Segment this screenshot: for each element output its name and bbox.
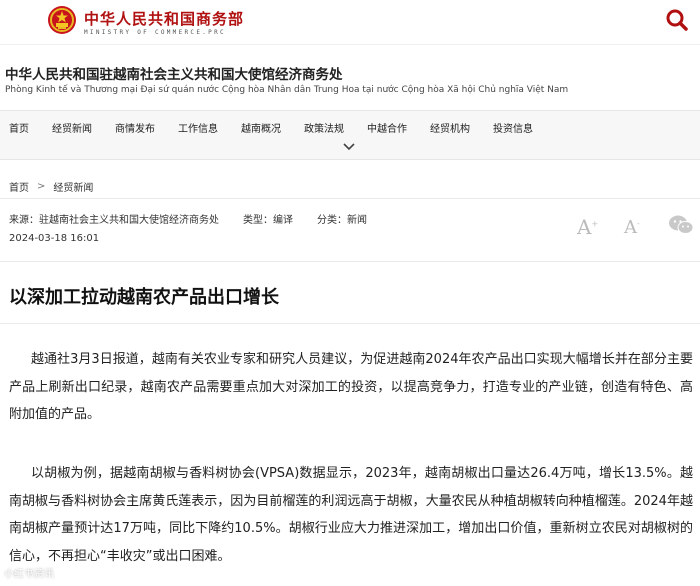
article-paragraph: 越通社3月3日报道，越南有关农业专家和研究人员建议，为促进越南2024年农产品出… xyxy=(9,352,693,422)
font-increase-button[interactable]: A+ xyxy=(577,215,598,239)
nav-item-business-info[interactable]: 商情发布 xyxy=(115,120,155,135)
office-banner: 中华人民共和国驻越南社会主义共和国大使馆经济商务处 Phòng Kinh tế … xyxy=(0,44,700,110)
nav-items: 首页 经贸新闻 商情发布 工作信息 越南概况 政策法规 中越合作 经贸机构 投资… xyxy=(9,120,556,135)
breadcrumb-home[interactable]: 首页 xyxy=(9,179,29,194)
nav-item-home[interactable]: 首页 xyxy=(9,120,29,135)
divider xyxy=(0,323,700,324)
nav-item-institutions[interactable]: 经贸机构 xyxy=(430,120,470,135)
nav-item-investment[interactable]: 投资信息 xyxy=(493,120,533,135)
watermark: 小红书资讯 xyxy=(4,569,54,580)
article-date: 2024-03-18 16:01 xyxy=(9,233,100,244)
divider xyxy=(0,261,700,262)
national-emblem-icon[interactable] xyxy=(47,5,77,35)
article-title: 以深加工拉动越南农产品出口增长 xyxy=(9,287,279,308)
article-type: 类型：编译 xyxy=(243,215,293,226)
chevron-down-icon[interactable] xyxy=(343,142,355,152)
nav-item-vietnam-overview[interactable]: 越南概况 xyxy=(241,120,281,135)
breadcrumb: 首页 > 经贸新闻 xyxy=(9,179,93,194)
wechat-icon[interactable] xyxy=(668,214,694,236)
article-meta: 来源：驻越南社会主义共和国大使馆经济商务处 类型：编译 分类：新闻 xyxy=(9,211,367,226)
article-source: 来源：驻越南社会主义共和国大使馆经济商务处 xyxy=(9,215,219,226)
brand-name-cn[interactable]: 中华人民共和国商务部 xyxy=(84,8,244,29)
nav-item-work-info[interactable]: 工作信息 xyxy=(178,120,218,135)
divider xyxy=(0,198,700,199)
main-nav: 首页 经贸新闻 商情发布 工作信息 越南概况 政策法规 中越合作 经贸机构 投资… xyxy=(0,110,700,160)
nav-item-cooperation[interactable]: 中越合作 xyxy=(367,120,407,135)
font-increase-label: A xyxy=(577,215,592,239)
article-paragraph: 以胡椒为例，据越南胡椒与香料树协会(VPSA)数据显示，2023年，越南胡椒出口… xyxy=(9,466,693,564)
breadcrumb-current[interactable]: 经贸新闻 xyxy=(53,179,93,194)
font-decrease-label: A xyxy=(624,217,637,238)
search-icon[interactable] xyxy=(664,7,690,33)
breadcrumb-separator: > xyxy=(37,181,46,192)
article-category: 分类：新闻 xyxy=(317,215,367,226)
office-subtitle: Phòng Kinh tế và Thương mại Đại sứ quán … xyxy=(5,85,569,95)
nav-item-trade-news[interactable]: 经贸新闻 xyxy=(52,120,92,135)
site-header: 中华人民共和国商务部 MINISTRY OF COMMERCE.PRC xyxy=(0,0,700,44)
font-decrease-button[interactable]: A- xyxy=(624,217,640,238)
brand-name-en: MINISTRY OF COMMERCE.PRC xyxy=(84,29,226,36)
nav-item-policies[interactable]: 政策法规 xyxy=(304,120,344,135)
office-title[interactable]: 中华人民共和国驻越南社会主义共和国大使馆经济商务处 xyxy=(5,63,343,83)
